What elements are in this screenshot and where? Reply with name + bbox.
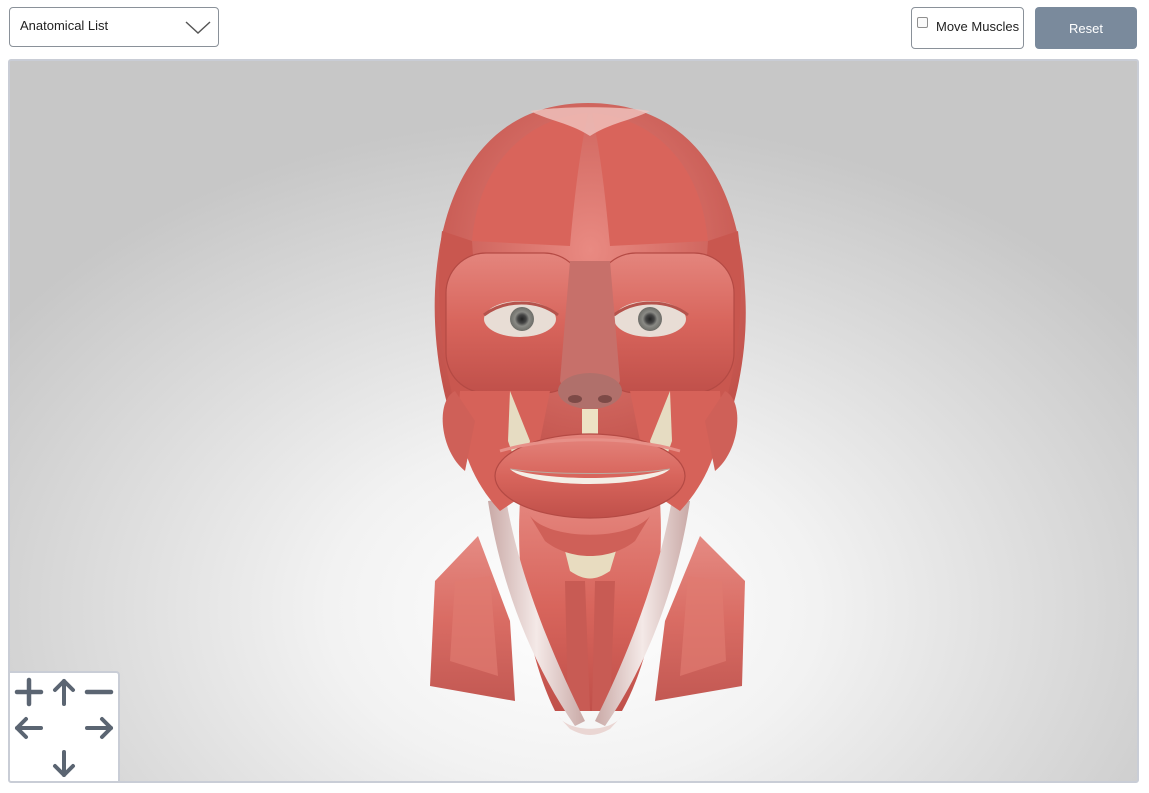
- arrow-up-icon[interactable]: [47, 675, 81, 709]
- arrow-left-icon[interactable]: [12, 711, 46, 745]
- head-muscles-model[interactable]: [10, 61, 1137, 781]
- move-muscles-checkbox[interactable]: [917, 17, 928, 28]
- zoom-in-icon[interactable]: [12, 675, 46, 709]
- navigation-pad: [10, 671, 120, 781]
- chevron-down-icon: [185, 21, 211, 34]
- anatomical-list-dropdown[interactable]: Anatomical List: [9, 7, 219, 47]
- arrow-right-icon[interactable]: [82, 711, 116, 745]
- zoom-out-icon[interactable]: [82, 675, 116, 709]
- arrow-down-icon[interactable]: [47, 747, 81, 781]
- reset-button[interactable]: Reset: [1035, 7, 1137, 49]
- move-muscles-toggle[interactable]: Move Muscles: [911, 7, 1024, 49]
- dropdown-label: Anatomical List: [20, 18, 109, 33]
- 3d-viewer[interactable]: [8, 59, 1139, 783]
- move-muscles-label: Move Muscles: [936, 19, 1020, 34]
